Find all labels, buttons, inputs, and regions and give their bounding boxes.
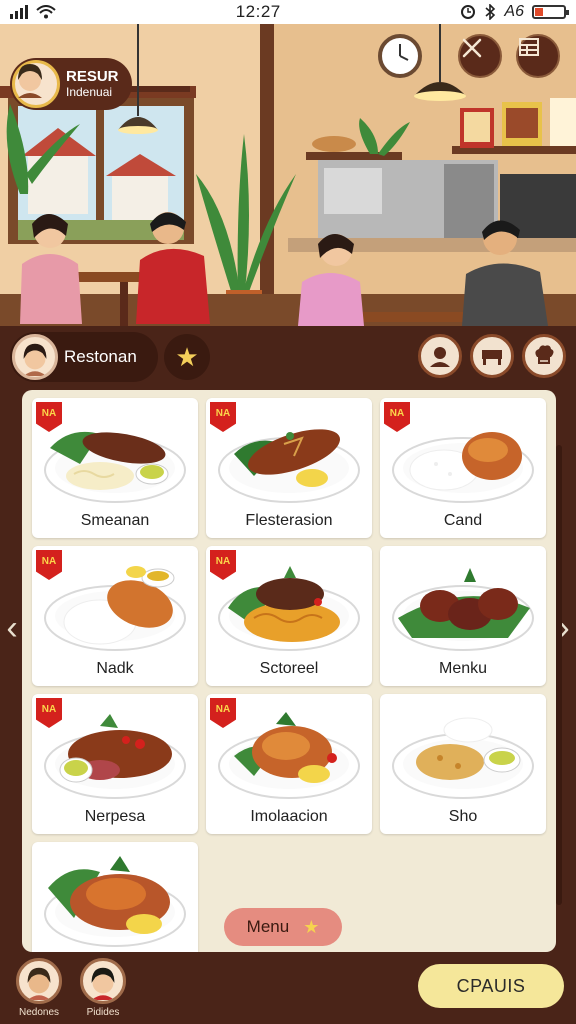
menu-item-label: Flesterasion	[245, 512, 333, 529]
network-label: A6	[504, 3, 524, 20]
restaurant-scene: RESUR Indenuai	[0, 24, 576, 326]
chef-hat-icon	[535, 345, 554, 364]
menu-item-label: Imolaacion	[250, 808, 328, 825]
chef-hat-button[interactable]	[522, 334, 566, 378]
menu-item-label: Sctoreel	[259, 660, 319, 677]
restaurant-name-chip[interactable]: Restonan	[10, 332, 158, 382]
prev-page-arrow[interactable]: ‹	[2, 600, 22, 656]
alarm-icon	[461, 5, 476, 19]
cutlery-button[interactable]	[458, 34, 502, 78]
menu-item-card[interactable]	[32, 842, 198, 952]
woman-face-icon	[27, 967, 51, 1000]
roast-chicken-lemon-icon	[44, 856, 186, 947]
scrollbar[interactable]	[556, 445, 562, 905]
menu-item-card[interactable]: NA Nerpesa	[32, 694, 198, 834]
roast-meat-icon	[44, 714, 186, 799]
woman-face-icon	[23, 343, 47, 376]
menu-item-label: Nerpesa	[84, 808, 146, 825]
woman-face-icon	[18, 64, 42, 98]
menu-item-card[interactable]: Menku	[380, 546, 546, 686]
player-avatar	[80, 958, 126, 1004]
player-name: Pidides	[86, 1007, 120, 1018]
steak-noodles-icon	[44, 431, 186, 503]
fried-fish-icon	[392, 717, 534, 799]
menu-item-label: Cand	[443, 512, 483, 529]
profile-title: RESUR	[66, 68, 119, 86]
bottom-bar: Nedones Pidides CPAUIS	[0, 952, 576, 1024]
menu-item-label: Menku	[438, 660, 488, 677]
woman-face-icon	[91, 967, 115, 1000]
player-avatar	[16, 958, 62, 1004]
roast-rice-icon	[44, 566, 186, 651]
player-slot[interactable]: Nedones	[10, 958, 68, 1018]
counter-button[interactable]	[470, 334, 514, 378]
chef-icon	[430, 347, 450, 367]
menu-item-card[interactable]: NA Nadk	[32, 546, 198, 686]
menu-item-card[interactable]: NA Cand	[380, 398, 546, 538]
profile-avatar	[12, 60, 60, 108]
menu-item-card[interactable]: Sho	[380, 694, 546, 834]
star-icon: ★	[303, 916, 320, 937]
wifi-icon	[36, 5, 56, 19]
menu-item-label: Sho	[448, 808, 478, 825]
restaurant-avatar	[12, 334, 58, 380]
clock-time: 12:27	[235, 2, 281, 21]
player-name: Nedones	[18, 1007, 60, 1018]
profile-subtitle: Indenuai	[66, 84, 113, 99]
roast-drumsticks-icon	[392, 568, 534, 651]
favorite-button[interactable]: ★	[164, 334, 210, 380]
signal-icon	[10, 5, 28, 19]
restaurant-name: Restonan	[64, 347, 137, 366]
menu-item-card[interactable]: NA Imolaacion	[206, 694, 372, 834]
star-icon: ★	[175, 341, 199, 372]
grid-icon	[519, 38, 539, 56]
grilled-chicken-icon	[218, 429, 360, 503]
profile-chip[interactable]: RESUR Indenuai	[10, 58, 132, 110]
cutlery-icon	[462, 38, 482, 58]
roast-chicken-icon	[218, 712, 360, 799]
menu-button[interactable]: Menu ★	[224, 908, 342, 946]
battery-icon	[532, 5, 569, 19]
steak-spaghetti-icon	[218, 566, 360, 651]
grid-button[interactable]	[516, 34, 560, 78]
bluetooth-icon	[485, 4, 496, 20]
cta-button[interactable]: CPAUIS	[418, 964, 564, 1008]
menu-item-card[interactable]: NA Sctoreel	[206, 546, 372, 686]
menu-item-card[interactable]: NA Smeanan	[32, 398, 198, 538]
counter-icon	[482, 350, 502, 365]
menu-item-card[interactable]: NA Flesterasion	[206, 398, 372, 538]
restaurant-bar: Restonan ★	[0, 326, 576, 388]
menu-panel: Menu ★ NA Smeanan NA Flesterasion NA Cand NA Na…	[22, 390, 556, 952]
menu-button-label: Menu	[246, 917, 290, 936]
menu-item-label: Nadk	[96, 660, 134, 677]
chicken-rice-icon	[392, 432, 534, 503]
status-bar: 12:27 A6	[0, 0, 576, 24]
menu-item-label: Smeanan	[80, 512, 150, 529]
player-slot[interactable]: Pidides	[74, 958, 132, 1018]
chef-button[interactable]	[418, 334, 462, 378]
